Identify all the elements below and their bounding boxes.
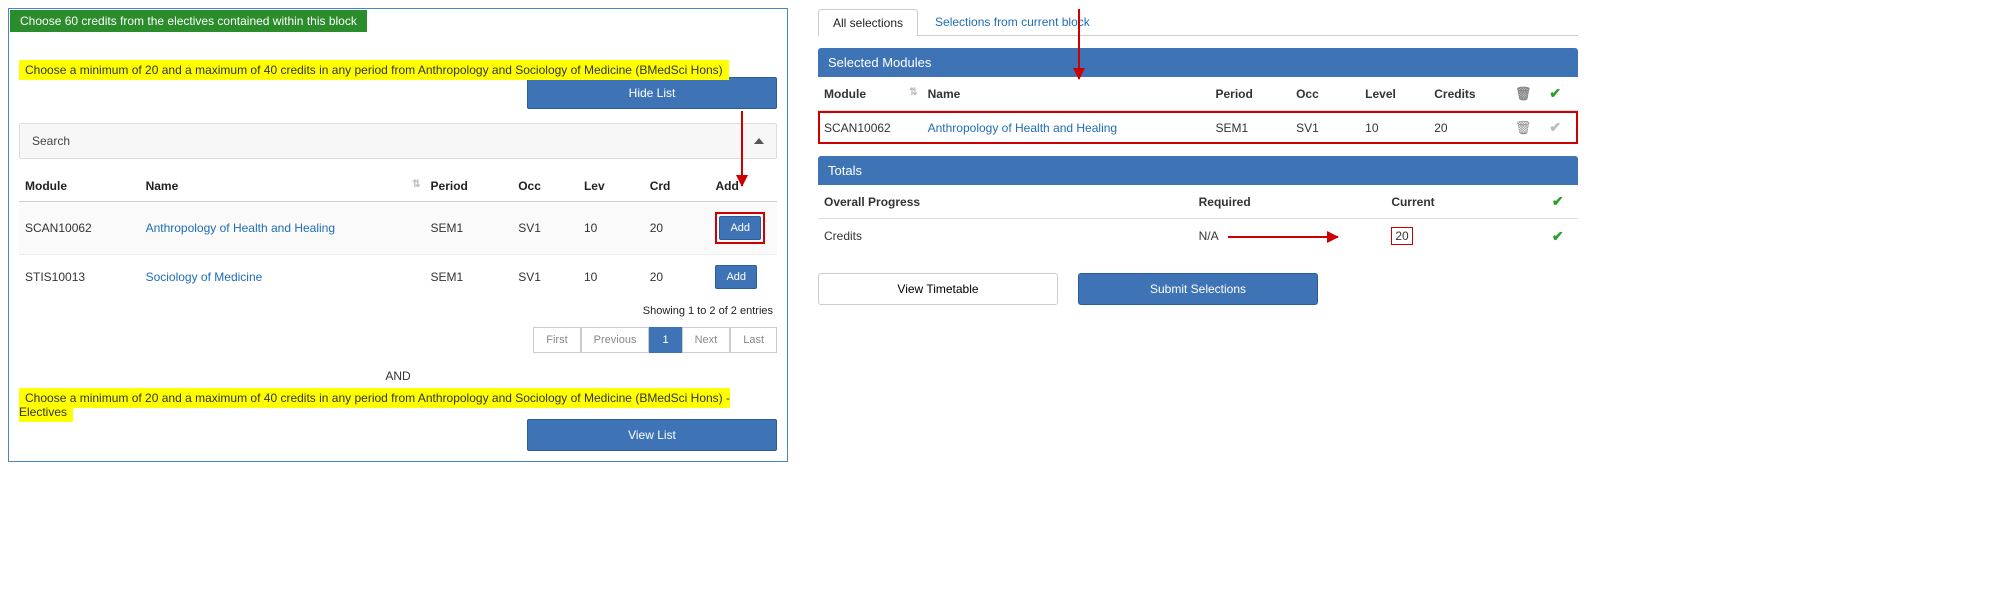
sel-col-level[interactable]: Level (1359, 77, 1428, 111)
required-label: Required (1193, 185, 1386, 219)
page-last[interactable]: Last (730, 327, 777, 353)
submit-selections-button[interactable]: Submit Selections (1078, 273, 1318, 305)
module-code: SCAN10062 (19, 202, 140, 255)
search-accordion[interactable]: Search (19, 123, 777, 159)
sel-col-occ[interactable]: Occ (1290, 77, 1359, 111)
credits-row-label: Credits (818, 219, 1193, 254)
lev-cell: 10 (578, 202, 644, 255)
rule-block: Choose 60 credits from the electives con… (8, 8, 788, 462)
page-first[interactable]: First (533, 327, 580, 353)
page-next[interactable]: Next (682, 327, 731, 353)
tab-all-selections[interactable]: All selections (818, 9, 918, 36)
current-label: Current (1385, 185, 1546, 219)
totals-table: Overall Progress Required Current ✔ Cred… (818, 185, 1578, 253)
table-row: SCAN10062 Anthropology of Health and Hea… (19, 202, 777, 255)
rule-message-2: Choose a minimum of 20 and a maximum of … (19, 388, 730, 422)
sel-level: 10 (1359, 111, 1428, 145)
page-prev[interactable]: Previous (581, 327, 650, 353)
annotation-arrow-icon (741, 111, 743, 186)
totals-row: Credits N/A 20 ✔ (818, 219, 1578, 254)
block-header: Choose 60 credits from the electives con… (9, 9, 368, 33)
hide-list-button[interactable]: Hide List (527, 77, 777, 109)
tabs: All selections Selections from current b… (818, 8, 1578, 36)
entries-info: Showing 1 to 2 of 2 entries (19, 299, 777, 323)
collapse-icon (754, 138, 764, 144)
check-icon: ✔ (1549, 85, 1561, 101)
crd-cell: 20 (644, 202, 710, 255)
sel-credits: 20 (1428, 111, 1509, 145)
sel-col-module[interactable]: Module⇅ (818, 77, 922, 111)
sel-module-link[interactable]: Anthropology of Health and Healing (928, 121, 1117, 135)
annotation-arrow-icon (1078, 9, 1080, 79)
view-list-button[interactable]: View List (527, 419, 777, 451)
sel-module: SCAN10062 (818, 111, 922, 145)
trash-icon: 🗑 (1515, 86, 1532, 101)
view-timetable-button[interactable]: View Timetable (818, 273, 1058, 305)
required-value: N/A (1193, 219, 1386, 254)
paginator: First Previous 1 Next Last (19, 327, 777, 353)
annotation-arrow-icon (1228, 236, 1338, 238)
overall-progress-label: Overall Progress (818, 185, 1193, 219)
module-table: Module Name⇅ Period Occ Lev Crd Add (19, 171, 777, 299)
rule-message-1: Choose a minimum of 20 and a maximum of … (19, 60, 729, 80)
totals-header: Totals (818, 156, 1578, 185)
and-separator: AND (19, 353, 777, 391)
col-crd[interactable]: Crd (644, 171, 710, 202)
selections-panel: All selections Selections from current b… (818, 8, 1578, 305)
sort-icon: ⇅ (412, 179, 418, 190)
module-link[interactable]: Sociology of Medicine (146, 270, 263, 284)
check-icon: ✔ (1552, 193, 1564, 209)
sel-col-name[interactable]: Name (922, 77, 1210, 111)
col-add: Add (709, 171, 777, 202)
confirm-button[interactable]: ✔ (1549, 119, 1561, 135)
sel-col-period[interactable]: Period (1210, 77, 1291, 111)
module-code: STIS10013 (19, 255, 140, 300)
selected-row: SCAN10062 Anthropology of Health and Hea… (818, 111, 1578, 145)
crd-cell: 20 (644, 255, 710, 300)
col-lev[interactable]: Lev (578, 171, 644, 202)
page-1[interactable]: 1 (649, 327, 681, 353)
period-cell: SEM1 (425, 202, 513, 255)
remove-button[interactable]: 🗑 (1515, 120, 1532, 135)
col-name[interactable]: Name⇅ (140, 171, 425, 202)
col-module[interactable]: Module (19, 171, 140, 202)
sel-col-credits[interactable]: Credits (1428, 77, 1509, 111)
current-value: 20 (1385, 219, 1546, 254)
sel-period: SEM1 (1210, 111, 1291, 145)
col-occ[interactable]: Occ (512, 171, 578, 202)
lev-cell: 10 (578, 255, 644, 300)
search-label: Search (32, 134, 70, 148)
table-row: STIS10013 Sociology of Medicine SEM1 SV1… (19, 255, 777, 300)
selected-table: Module⇅ Name Period Occ Level Credits 🗑 … (818, 77, 1578, 144)
add-button[interactable]: Add (715, 265, 757, 289)
col-period[interactable]: Period (425, 171, 513, 202)
module-link[interactable]: Anthropology of Health and Healing (146, 221, 335, 235)
occ-cell: SV1 (512, 255, 578, 300)
period-cell: SEM1 (425, 255, 513, 300)
selected-modules-header: Selected Modules (818, 48, 1578, 77)
add-button[interactable]: Add (719, 216, 761, 240)
check-icon: ✔ (1552, 228, 1564, 244)
sel-occ: SV1 (1290, 111, 1359, 145)
sort-icon: ⇅ (909, 87, 915, 98)
occ-cell: SV1 (512, 202, 578, 255)
